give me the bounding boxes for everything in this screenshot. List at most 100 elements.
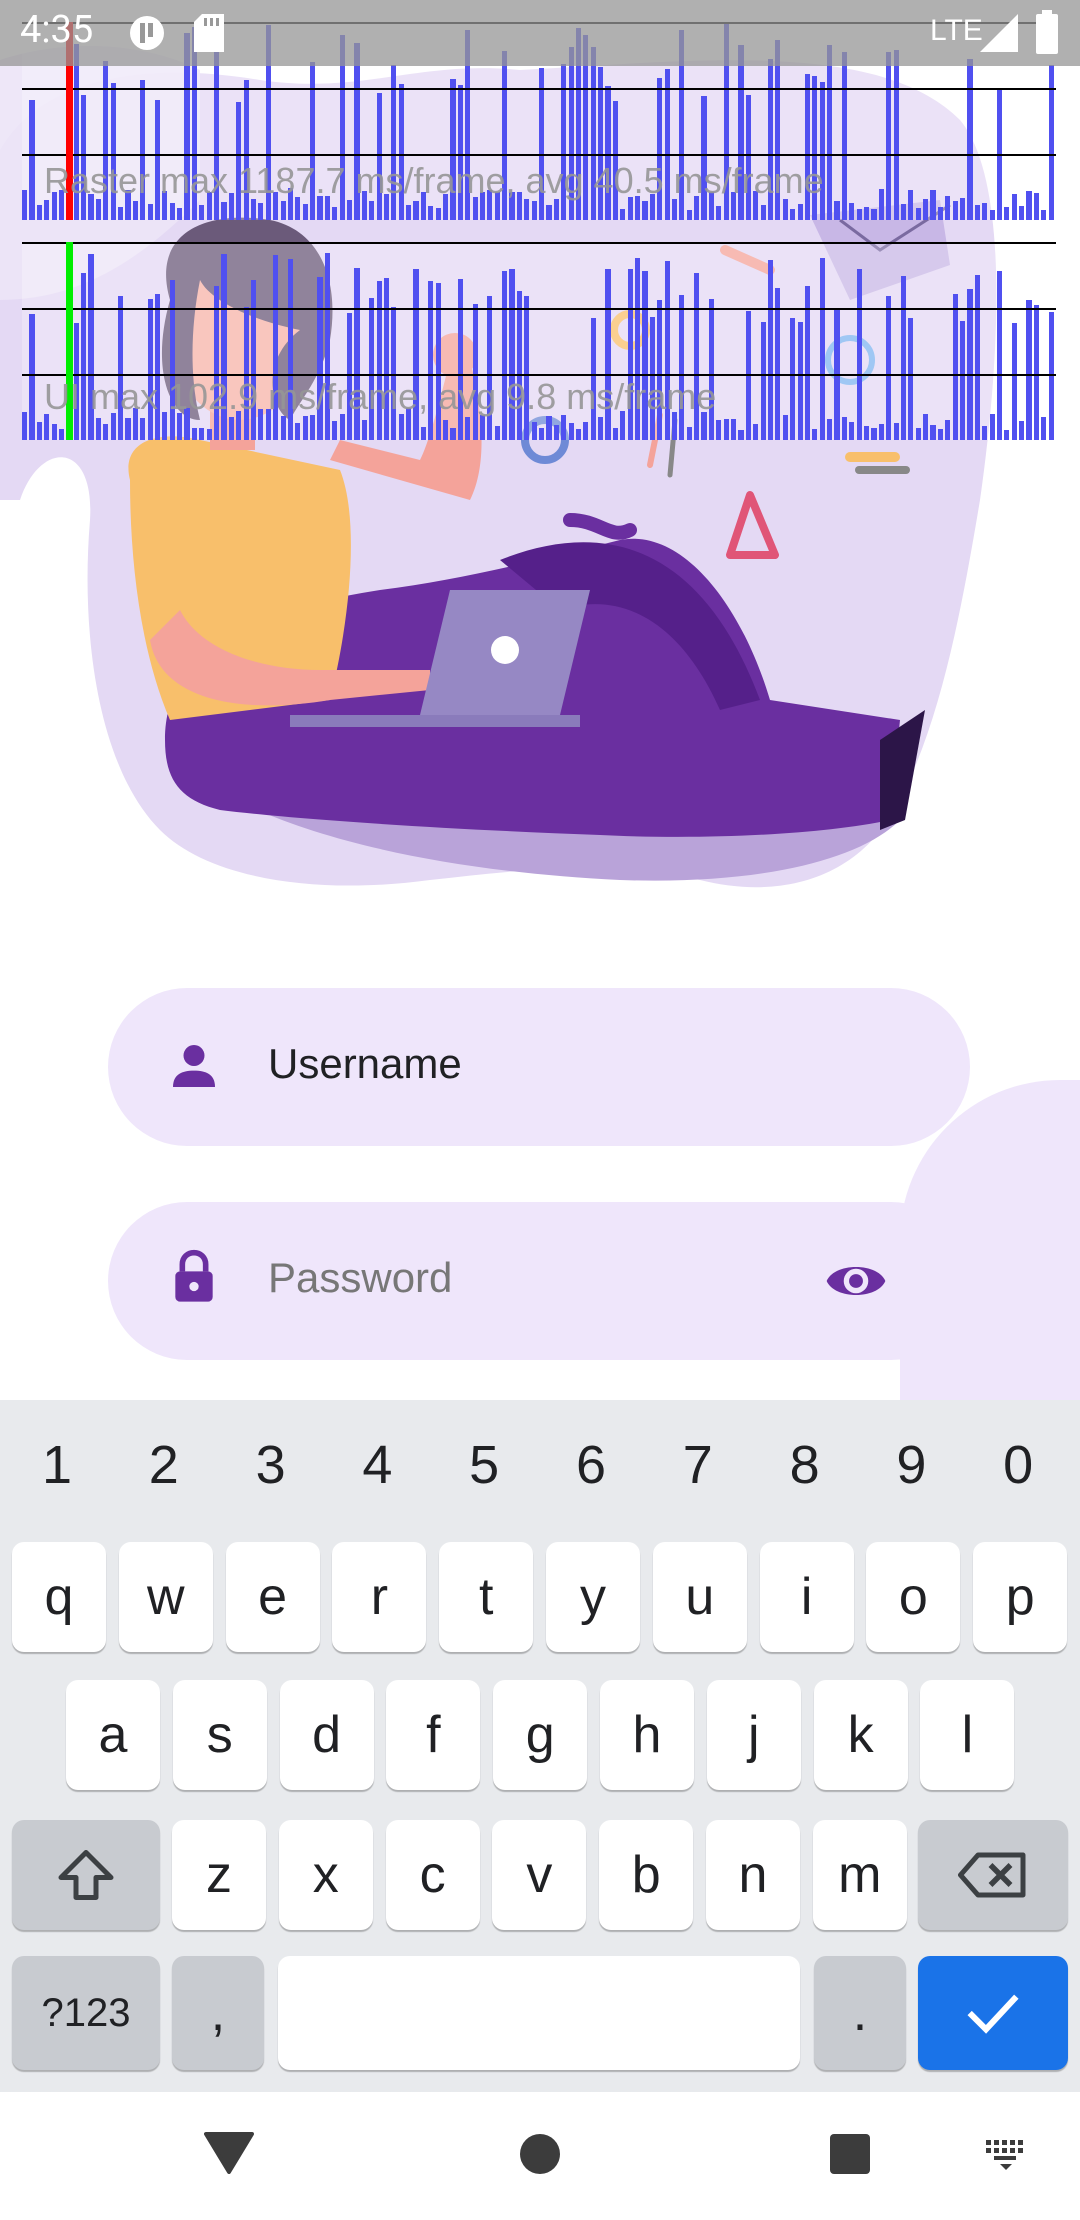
perf-bar (531, 421, 537, 440)
enter-key[interactable] (918, 1956, 1068, 2070)
key-v[interactable]: v (492, 1820, 587, 1930)
perf-bar (982, 426, 988, 440)
signal-icon (980, 14, 1018, 52)
perf-bar (760, 322, 766, 440)
number-key-8[interactable]: 8 (755, 1434, 855, 1496)
perf-bar (849, 203, 855, 220)
key-s[interactable]: s (172, 1680, 267, 1790)
perf-bar (280, 416, 286, 440)
key-i[interactable]: i (759, 1542, 854, 1652)
number-key-9[interactable]: 9 (861, 1434, 961, 1496)
key-q[interactable]: q (12, 1542, 106, 1652)
perf-bar (199, 428, 205, 440)
key-e[interactable]: e (225, 1542, 320, 1652)
soft-keyboard: 1234567890 qwertyuiop asdfghjkl zxcvbnm … (0, 1400, 1080, 2092)
password-field[interactable]: Password (108, 1202, 970, 1360)
symbols-key[interactable]: ?123 (12, 1956, 160, 2070)
recents-icon[interactable] (828, 2132, 872, 2176)
perf-bar (871, 428, 877, 440)
number-key-6[interactable]: 6 (541, 1434, 641, 1496)
perf-bar (849, 421, 855, 440)
key-j[interactable]: j (706, 1680, 801, 1790)
notification-icon (130, 16, 164, 50)
perf-bar (1026, 190, 1032, 220)
perf-bar (302, 415, 308, 440)
home-icon[interactable] (518, 2132, 562, 2176)
number-key-0[interactable]: 0 (968, 1434, 1068, 1496)
key-a[interactable]: a (66, 1680, 160, 1790)
key-d[interactable]: d (279, 1680, 374, 1790)
perf-bar (982, 203, 988, 220)
key-u[interactable]: u (652, 1542, 747, 1652)
key-k[interactable]: k (813, 1680, 908, 1790)
perf-bar (36, 421, 42, 440)
key-p[interactable]: p (973, 1542, 1068, 1652)
perf-bar (612, 427, 618, 440)
number-key-1[interactable]: 1 (7, 1434, 107, 1496)
back-icon[interactable] (204, 2130, 254, 2174)
perf-bar (886, 295, 892, 440)
perf-bar (1033, 305, 1039, 440)
perf-bar (878, 424, 884, 440)
perf-bar (177, 208, 183, 220)
key-y[interactable]: y (546, 1542, 640, 1652)
period-key[interactable]: . (814, 1956, 906, 2070)
navigation-bar (0, 2092, 1080, 2220)
perf-bar (302, 203, 308, 220)
comma-key[interactable]: , (172, 1956, 264, 2070)
key-c[interactable]: c (385, 1820, 480, 1930)
perf-bar (51, 423, 57, 440)
key-z[interactable]: z (172, 1820, 266, 1930)
key-n[interactable]: n (706, 1820, 800, 1930)
number-key-7[interactable]: 7 (648, 1434, 748, 1496)
password-input[interactable]: Password (268, 1254, 452, 1302)
perf-bar (708, 298, 715, 440)
shift-key[interactable] (12, 1820, 160, 1930)
key-w[interactable]: w (118, 1542, 213, 1652)
perf-bar (561, 414, 567, 440)
perf-bar (841, 52, 847, 220)
perf-bar (863, 206, 870, 220)
perf-bar (22, 190, 28, 220)
perf-bar (967, 59, 973, 220)
perf-bar (258, 203, 264, 220)
perf-bar (280, 200, 286, 220)
key-r[interactable]: r (332, 1542, 427, 1652)
perf-bar (723, 418, 729, 440)
key-t[interactable]: t (439, 1542, 534, 1652)
key-m[interactable]: m (812, 1820, 907, 1930)
username-input[interactable]: Username (268, 1040, 462, 1088)
number-key-3[interactable]: 3 (221, 1434, 321, 1496)
perf-bar (199, 205, 205, 220)
perf-bar (945, 195, 951, 220)
backspace-key[interactable] (918, 1820, 1068, 1930)
keyboard-switch-icon[interactable] (984, 2138, 1028, 2172)
key-b[interactable]: b (599, 1820, 694, 1930)
username-field[interactable]: Username (108, 988, 970, 1146)
perf-bar (797, 203, 803, 220)
key-l[interactable]: l (920, 1680, 1015, 1790)
key-g[interactable]: g (493, 1680, 588, 1790)
shift-icon (58, 1850, 114, 1900)
perf-bar (686, 427, 692, 440)
perf-bar (871, 209, 877, 220)
perf-bar (827, 419, 833, 440)
key-h[interactable]: h (600, 1680, 694, 1790)
perf-bar (531, 200, 537, 220)
eye-icon[interactable] (824, 1254, 888, 1308)
key-f[interactable]: f (386, 1680, 481, 1790)
perf-bar (479, 414, 486, 440)
key-o[interactable]: o (866, 1542, 961, 1652)
perf-bar (420, 427, 426, 440)
perf-bar (428, 206, 434, 220)
space-key[interactable] (278, 1956, 800, 2070)
number-key-2[interactable]: 2 (114, 1434, 214, 1496)
sd-card-icon (194, 14, 224, 52)
perf-bar (191, 428, 198, 440)
perf-bar (228, 417, 234, 440)
perf-bar (782, 415, 788, 440)
perf-bar (339, 414, 345, 440)
number-key-5[interactable]: 5 (434, 1434, 534, 1496)
key-x[interactable]: x (278, 1820, 373, 1930)
number-key-4[interactable]: 4 (327, 1434, 427, 1496)
